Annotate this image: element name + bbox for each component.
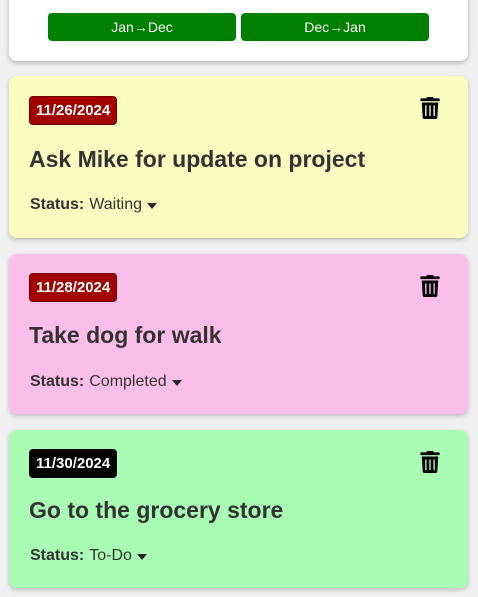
status-label: Status: [30, 373, 85, 390]
status-value: Waiting [89, 196, 142, 213]
caret-down-icon [147, 203, 157, 209]
task-card: 11/30/2024 Go to the grocery store Statu… [9, 430, 468, 588]
task-title: Go to the grocery store [29, 497, 284, 523]
status-label: Status: [30, 196, 85, 213]
caret-down-icon [171, 380, 182, 386]
sort-descending-button[interactable]: Dec→Jan [241, 13, 429, 41]
status-row: Status: To-Do [30, 547, 147, 565]
task-title: Take dog for walk [29, 322, 222, 348]
sort-ascending-button[interactable]: Jan→Dec [48, 13, 236, 41]
trash-icon[interactable] [420, 451, 440, 473]
task-card: 11/28/2024 Take dog for walk Status: Com… [9, 254, 468, 414]
date-badge: 11/26/2024 [29, 96, 118, 125]
date-badge: 11/28/2024 [29, 273, 118, 302]
status-dropdown[interactable]: Waiting [89, 196, 157, 214]
status-value: Completed [89, 373, 167, 390]
status-value: To-Do [89, 547, 132, 564]
status-row: Status: Waiting [30, 196, 157, 214]
status-dropdown[interactable]: Completed [89, 373, 182, 391]
trash-icon[interactable] [420, 275, 440, 297]
status-dropdown[interactable]: To-Do [89, 547, 147, 565]
sort-panel: Jan→Dec Dec→Jan [9, 0, 468, 61]
caret-down-icon [136, 554, 147, 560]
status-label: Status: [30, 547, 85, 564]
task-title: Ask Mike for update on project [29, 146, 366, 172]
status-row: Status: Completed [30, 373, 182, 391]
date-badge: 11/30/2024 [29, 449, 118, 478]
task-card: 11/26/2024 Ask Mike for update on projec… [9, 76, 468, 238]
trash-icon[interactable] [420, 97, 440, 119]
